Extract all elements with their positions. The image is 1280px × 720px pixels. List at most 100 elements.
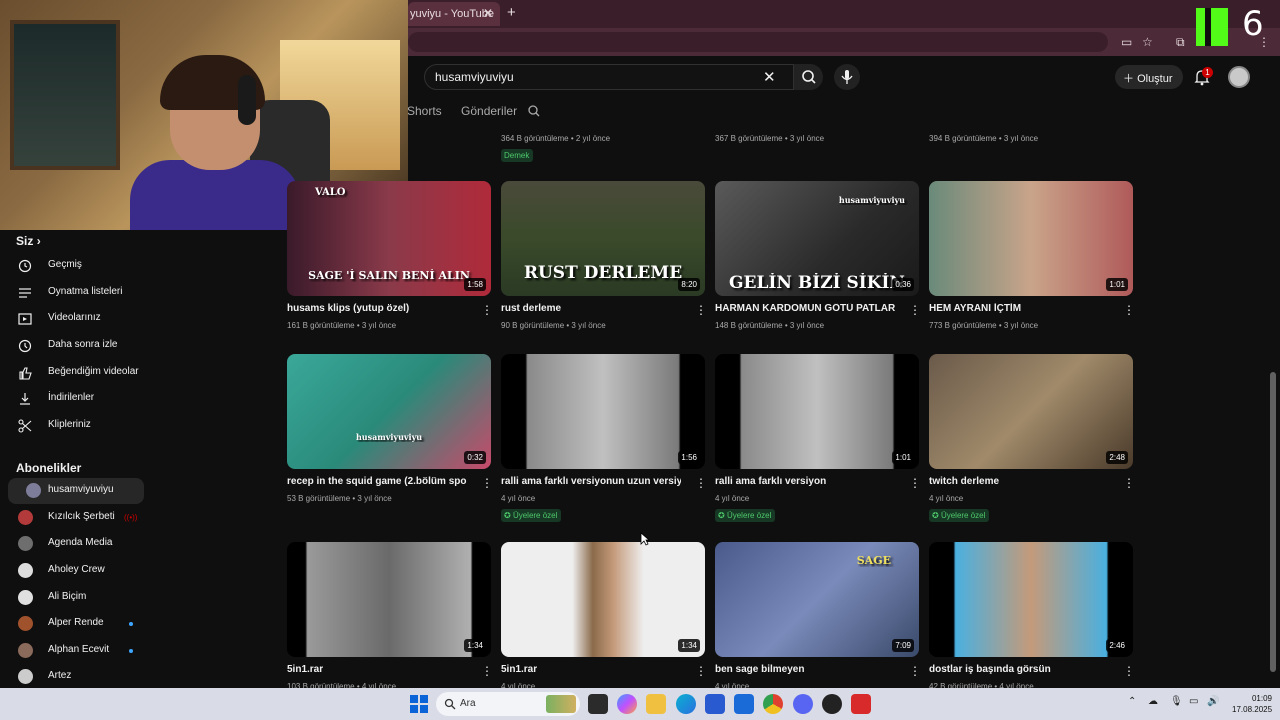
more-options-icon[interactable]: ⋮ [1123, 303, 1135, 317]
more-options-icon[interactable]: ⋮ [481, 303, 493, 317]
cast-icon[interactable]: ▭ [1121, 35, 1132, 49]
clear-search-icon[interactable]: ✕ [763, 68, 776, 86]
voice-search-button[interactable] [834, 64, 860, 90]
more-options-icon[interactable]: ⋮ [695, 303, 707, 317]
create-button[interactable]: ＋ Oluştur [1115, 65, 1183, 89]
search-input[interactable]: husamviyuviyu [435, 70, 514, 84]
video-title[interactable]: ben sage bilmeyen [715, 664, 895, 675]
video-title[interactable]: ralli ama farklı versiyon [715, 476, 895, 487]
more-options-icon[interactable]: ⋮ [909, 664, 921, 678]
video-thumbnail[interactable]: RUST DERLEME 8:20 [501, 181, 705, 296]
copilot-icon[interactable] [617, 694, 637, 714]
video-thumbnail[interactable]: 1:34 [287, 542, 491, 657]
sidebar-sub-item[interactable]: Artez [0, 664, 152, 690]
tab-shorts[interactable]: Shorts [407, 104, 442, 118]
sidebar-item-watch-later[interactable]: Daha sonra izle [0, 333, 152, 359]
video-thumbnail[interactable]: 1:01 [715, 354, 919, 469]
close-tab-icon[interactable]: ✕ [483, 6, 493, 20]
video-card[interactable]: 2:46 dostlar iş başında görsün ⋮ 42 B gö… [929, 542, 1135, 691]
video-thumbnail[interactable]: husamviyuviyu 0:32 [287, 354, 491, 469]
search-button[interactable] [793, 64, 823, 90]
sidebar-item-liked-videos[interactable]: Beğendiğim videolar [0, 360, 152, 386]
video-thumbnail[interactable]: 1:01 [929, 181, 1133, 296]
video-card[interactable]: husamviyuviyu 0:32 recep in the squid ga… [287, 354, 493, 503]
more-options-icon[interactable]: ⋮ [1123, 664, 1135, 678]
video-thumbnail[interactable]: 2:46 [929, 542, 1133, 657]
edge-icon[interactable] [676, 694, 696, 714]
video-card[interactable]: VALO SAGE 'İ SALIN BENİ ALIN 1:58 husams… [287, 181, 493, 330]
video-title[interactable]: 5in1.rar [501, 664, 681, 675]
video-title[interactable]: recep in the squid game (2.bölüm spoiler… [287, 476, 467, 487]
sidebar-item-clips[interactable]: Klipleriniz [0, 413, 152, 439]
video-card[interactable]: 1:34 5in1.rar ⋮ 4 yıl önce [501, 542, 707, 691]
microphone-icon[interactable]: 🎙 [1170, 696, 1183, 708]
more-options-icon[interactable]: ⋮ [909, 303, 921, 317]
chevron-up-icon[interactable]: ⌃ [1128, 696, 1140, 708]
more-options-icon[interactable]: ⋮ [481, 664, 493, 678]
file-explorer-icon[interactable] [646, 694, 666, 714]
video-card[interactable]: 1:01 ralli ama farklı versiyon ⋮ 4 yıl ö… [715, 354, 921, 522]
tab-posts[interactable]: Gönderiler [461, 104, 517, 118]
video-title[interactable]: HARMAN KARDOMUN GÖTÜ PATLAR [715, 303, 895, 314]
video-title[interactable]: HEM AYRANI İÇTİM [929, 303, 1109, 314]
more-options-icon[interactable]: ⋮ [909, 476, 921, 490]
video-card[interactable]: 1:01 HEM AYRANI İÇTİM ⋮ 773 B görüntülem… [929, 181, 1135, 330]
video-title[interactable]: rust derleme [501, 303, 681, 314]
video-thumbnail[interactable]: husamviyuviyu GELİN BİZİ SİKİN 0:36 [715, 181, 919, 296]
video-title[interactable]: twitch derleme [929, 476, 1109, 487]
sidebar-sub-item[interactable]: Agenda Media [0, 531, 152, 557]
video-thumbnail[interactable]: VALO SAGE 'İ SALIN BENİ ALIN 1:58 [287, 181, 491, 296]
chrome-icon[interactable] [763, 694, 783, 714]
video-thumbnail[interactable]: 1:34 [501, 542, 705, 657]
windows-start-icon[interactable] [410, 695, 428, 713]
bookmark-star-icon[interactable]: ☆ [1142, 35, 1153, 49]
discord-icon[interactable] [793, 694, 813, 714]
sidebar-sub-item[interactable]: Alper Rende [0, 611, 152, 637]
video-card[interactable]: husamviyuviyu GELİN BİZİ SİKİN 0:36 HARM… [715, 181, 921, 330]
video-thumbnail[interactable]: SAGE 7:09 [715, 542, 919, 657]
sidebar-sub-item[interactable]: Ali Biçim [0, 585, 152, 611]
video-title[interactable]: husams klips (yutup özel) [287, 303, 467, 314]
video-card[interactable]: 1:34 5in1.rar ⋮ 103 B görüntüleme • 4 yı… [287, 542, 493, 691]
new-tab-icon[interactable]: + [507, 4, 516, 21]
sidebar-item-downloads[interactable]: İndirilenler [0, 386, 152, 412]
outlook-icon[interactable] [734, 694, 754, 714]
sidebar-sub-item[interactable]: Alphan Ecevit [0, 638, 152, 664]
sidebar-sub-item[interactable]: husamviyuviyu [8, 478, 144, 504]
cloud-icon[interactable]: ☁ [1148, 696, 1160, 708]
omnibox[interactable] [408, 32, 1108, 52]
taskbar-search[interactable]: Ara [436, 692, 580, 716]
extensions-icon[interactable]: ⧉ [1176, 35, 1185, 50]
channel-search-icon[interactable] [527, 104, 541, 118]
sidebar-item-history[interactable]: Geçmiş [0, 253, 152, 279]
more-options-icon[interactable]: ⋮ [481, 476, 493, 490]
video-thumbnail[interactable]: 2:48 [929, 354, 1133, 469]
volume-icon[interactable]: 🔊 [1207, 696, 1219, 708]
network-icon[interactable]: ▭ [1189, 696, 1201, 708]
task-view-icon[interactable] [588, 694, 608, 714]
video-title[interactable]: 5in1.rar [287, 664, 467, 675]
account-avatar[interactable] [1228, 66, 1250, 88]
page-scrollbar[interactable] [1268, 100, 1278, 688]
store-icon[interactable] [705, 694, 725, 714]
more-options-icon[interactable]: ⋮ [695, 476, 707, 490]
sidebar-you-heading[interactable]: Siz › [16, 234, 41, 248]
sidebar-sub-item[interactable]: Aholey Crew [0, 558, 152, 584]
sidebar-item-your-videos[interactable]: Videolarınız [0, 306, 152, 332]
scrollbar-thumb[interactable] [1270, 372, 1276, 672]
video-card[interactable]: 1:56 ralli ama farklı versiyonun uzun ve… [501, 354, 707, 522]
taskbar-clock[interactable]: 01:09 17.08.2025 [1232, 693, 1272, 715]
search-box[interactable]: husamviyuviyu ✕ [424, 64, 823, 90]
sidebar-item-playlists[interactable]: Oynatma listeleri [0, 280, 152, 306]
recording-app-icon[interactable] [851, 694, 871, 714]
more-options-icon[interactable]: ⋮ [1123, 476, 1135, 490]
video-card[interactable]: RUST DERLEME 8:20 rust derleme ⋮ 90 B gö… [501, 181, 707, 330]
video-card[interactable]: 2:48 twitch derleme ⋮ 4 yıl önce ✪ Üyele… [929, 354, 1135, 522]
obs-icon[interactable] [822, 694, 842, 714]
video-card[interactable]: SAGE 7:09 ben sage bilmeyen ⋮ 4 yıl önce [715, 542, 921, 691]
sidebar-sub-item[interactable]: Kızılcık Şerbeti ((•)) [0, 505, 152, 531]
video-title[interactable]: ralli ama farklı versiyonun uzun versiyo… [501, 476, 681, 487]
video-thumbnail[interactable]: 1:56 [501, 354, 705, 469]
video-title[interactable]: dostlar iş başında görsün [929, 664, 1109, 675]
more-options-icon[interactable]: ⋮ [695, 664, 707, 678]
